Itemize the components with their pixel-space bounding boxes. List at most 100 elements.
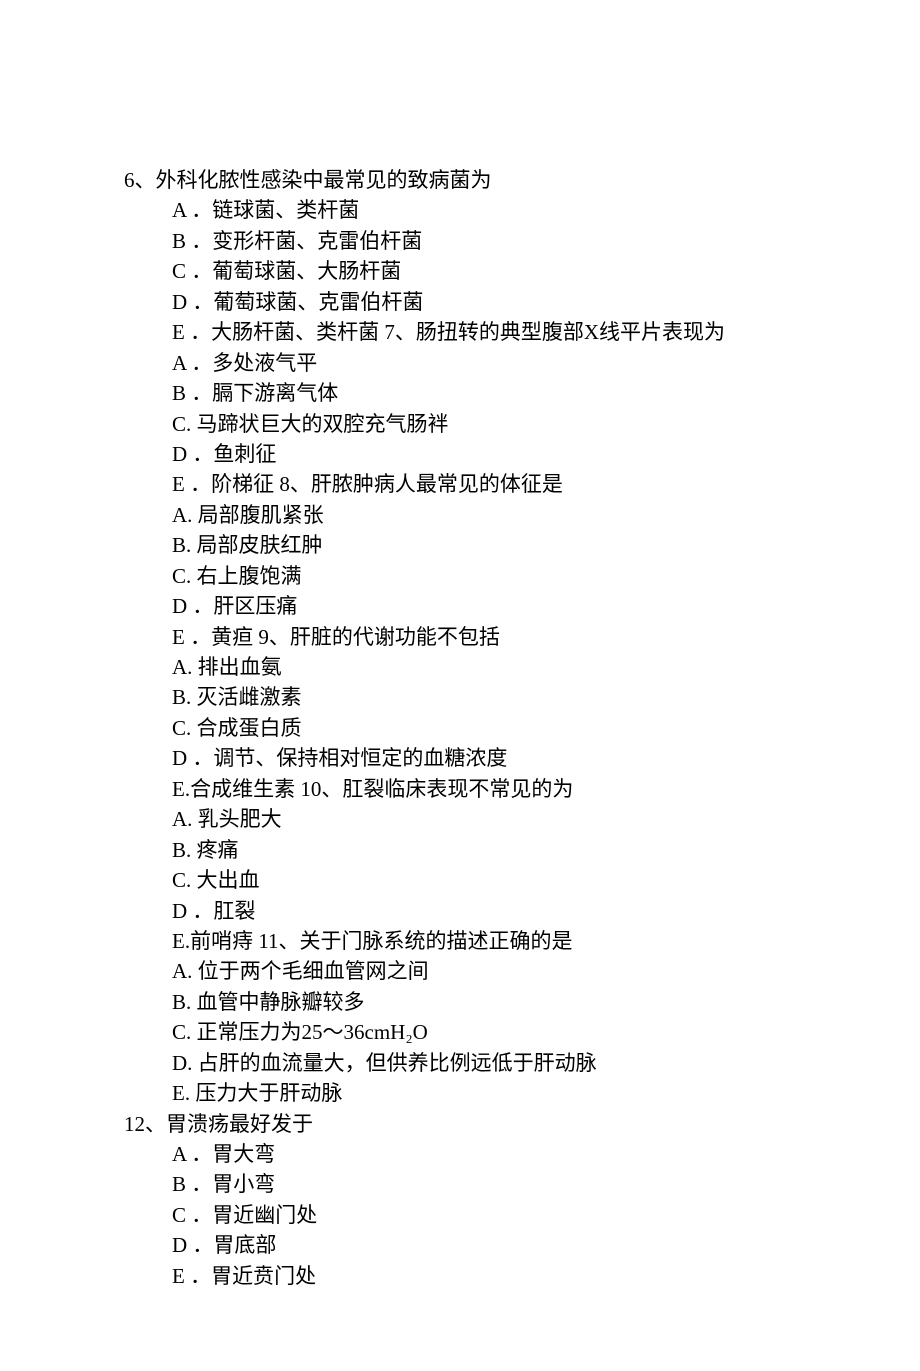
option: E.前哨痔 11、关于门脉系统的描述正确的是: [172, 926, 830, 956]
option-letter: D ．: [172, 899, 213, 923]
option-text: 链球菌、类杆菌: [212, 198, 359, 222]
option: C. 马蹄状巨大的双腔充气肠袢: [172, 409, 830, 439]
option: E. 压力大于肝动脉: [172, 1078, 830, 1108]
options-list: A ．链球菌、类杆菌 B ．变形杆菌、克雷伯杆菌 C ．葡萄球菌、大肠杆菌 D …: [124, 195, 830, 1108]
option-text: 胃小弯: [212, 1172, 275, 1196]
option-letter: C ．: [172, 259, 212, 283]
option: C. 正常压力为25～36cmH₂O: [172, 1017, 830, 1047]
option: B. 灭活雌激素: [172, 682, 830, 712]
question-line: 6、 外科化脓性感染中最常见的致病菌为: [124, 165, 830, 195]
option-text: 血管中静脉瓣较多: [197, 990, 365, 1014]
option-letter: D ．: [172, 1233, 213, 1257]
option: C. 右上腹饱满: [172, 561, 830, 591]
option-text: 阶梯征 8、肝脓肿病人最常见的体征是: [211, 472, 563, 496]
option-letter: A.: [172, 655, 198, 679]
option: B. 局部皮肤红肿: [172, 530, 830, 560]
option: B ．胃小弯: [172, 1169, 830, 1199]
option-letter: A.: [172, 959, 198, 983]
question-line: 12、 胃溃疡最好发于: [124, 1109, 830, 1139]
option-letter: A.: [172, 807, 198, 831]
option-text: 调节、保持相对恒定的血糖浓度: [213, 746, 507, 770]
option-letter: B.: [172, 533, 197, 557]
option-text: 局部皮肤红肿: [197, 533, 323, 557]
option-letter: A ．: [172, 351, 212, 375]
option-letter: E ．: [172, 472, 211, 496]
option: D ．肝区压痛: [172, 591, 830, 621]
option: C. 大出血: [172, 865, 830, 895]
option: B. 血管中静脉瓣较多: [172, 987, 830, 1017]
option-letter: D ．: [172, 594, 213, 618]
option: E.合成维生素 10、肛裂临床表现不常见的为: [172, 774, 830, 804]
option: B ．膈下游离气体: [172, 378, 830, 408]
option-text: 胃近幽门处: [212, 1203, 317, 1227]
option-text: 灭活雌激素: [197, 685, 302, 709]
option-letter: C.: [172, 716, 197, 740]
option-letter: C.: [172, 412, 197, 436]
document-page: 6、 外科化脓性感染中最常见的致病菌为 A ．链球菌、类杆菌 B ．变形杆菌、克…: [0, 0, 920, 1371]
option: B ．变形杆菌、克雷伯杆菌: [172, 226, 830, 256]
option-letter: C.: [172, 564, 197, 588]
option-letter: E.: [172, 1081, 195, 1105]
option-letter: C ．: [172, 1203, 212, 1227]
option-letter: A.: [172, 503, 198, 527]
option: A ．胃大弯: [172, 1139, 830, 1169]
option: D ．胃底部: [172, 1230, 830, 1260]
option: D ．肛裂: [172, 896, 830, 926]
option-letter: A ．: [172, 1142, 212, 1166]
options-list: A ．胃大弯 B ．胃小弯 C ．胃近幽门处 D ．胃底部 E ．胃近贲门处: [124, 1139, 830, 1291]
option-letter: B.: [172, 685, 197, 709]
option-text: 占肝的血流量大，但供养比例远低于肝动脉: [198, 1051, 597, 1075]
option-letter: B ．: [172, 229, 212, 253]
option-letter: D.: [172, 1051, 198, 1075]
option: C ．葡萄球菌、大肠杆菌: [172, 256, 830, 286]
option-text: 局部腹肌紧张: [198, 503, 324, 527]
option-letter: E ．: [172, 1264, 211, 1288]
option-text: 肛裂: [213, 899, 255, 923]
option-letter: D ．: [172, 442, 213, 466]
question-number: 6、: [124, 165, 156, 195]
option-text: 合成维生素 10、肛裂临床表现不常见的为: [190, 777, 573, 801]
option-letter: D ．: [172, 746, 213, 770]
option-letter: B.: [172, 838, 197, 862]
option: A. 乳头肥大: [172, 804, 830, 834]
option: C. 合成蛋白质: [172, 713, 830, 743]
option-text: 肝区压痛: [213, 594, 297, 618]
option-letter: B ．: [172, 1172, 212, 1196]
option-letter: A ．: [172, 198, 212, 222]
option: A. 局部腹肌紧张: [172, 500, 830, 530]
option-text: 马蹄状巨大的双腔充气肠袢: [197, 412, 449, 436]
question-number: 12、: [124, 1109, 166, 1139]
option-text: 压力大于肝动脉: [195, 1081, 342, 1105]
option-text: 合成蛋白质: [197, 716, 302, 740]
option-text: 大肠杆菌、类杆菌 7、肠扭转的典型腹部X线平片表现为: [211, 320, 725, 344]
option-text: 排出血氨: [198, 655, 282, 679]
option: C ．胃近幽门处: [172, 1200, 830, 1230]
option-letter: E.: [172, 929, 190, 953]
option-text: 乳头肥大: [198, 807, 282, 831]
option-letter: B.: [172, 990, 197, 1014]
question-text: 外科化脓性感染中最常见的致病菌为: [156, 165, 831, 195]
option: E ．大肠杆菌、类杆菌 7、肠扭转的典型腹部X线平片表现为: [172, 317, 830, 347]
option-letter: C.: [172, 868, 197, 892]
option-text: 葡萄球菌、大肠杆菌: [212, 259, 401, 283]
option-text: 右上腹饱满: [197, 564, 302, 588]
option: E ．胃近贲门处: [172, 1261, 830, 1291]
question-text: 胃溃疡最好发于: [166, 1109, 830, 1139]
option-text: 黄疸 9、肝脏的代谢功能不包括: [211, 625, 500, 649]
option: E ．阶梯征 8、肝脓肿病人最常见的体征是: [172, 469, 830, 499]
option-text: 正常压力为25～36cmH₂O: [197, 1020, 428, 1044]
question-block-12: 12、 胃溃疡最好发于 A ．胃大弯 B ．胃小弯 C ．胃近幽门处 D ．胃底…: [124, 1109, 830, 1292]
option: D ．鱼刺征: [172, 439, 830, 469]
option: D. 占肝的血流量大，但供养比例远低于肝动脉: [172, 1048, 830, 1078]
option-text: 大出血: [197, 868, 260, 892]
option-letter: C.: [172, 1020, 197, 1044]
option-text: 葡萄球菌、克雷伯杆菌: [213, 290, 423, 314]
option: A. 排出血氨: [172, 652, 830, 682]
option-text: 疼痛: [197, 838, 239, 862]
option: A ．链球菌、类杆菌: [172, 195, 830, 225]
question-block-6: 6、 外科化脓性感染中最常见的致病菌为 A ．链球菌、类杆菌 B ．变形杆菌、克…: [124, 165, 830, 1109]
option-text: 鱼刺征: [213, 442, 276, 466]
option: B. 疼痛: [172, 835, 830, 865]
option: A. 位于两个毛细血管网之间: [172, 956, 830, 986]
option-text: 胃底部: [213, 1233, 276, 1257]
